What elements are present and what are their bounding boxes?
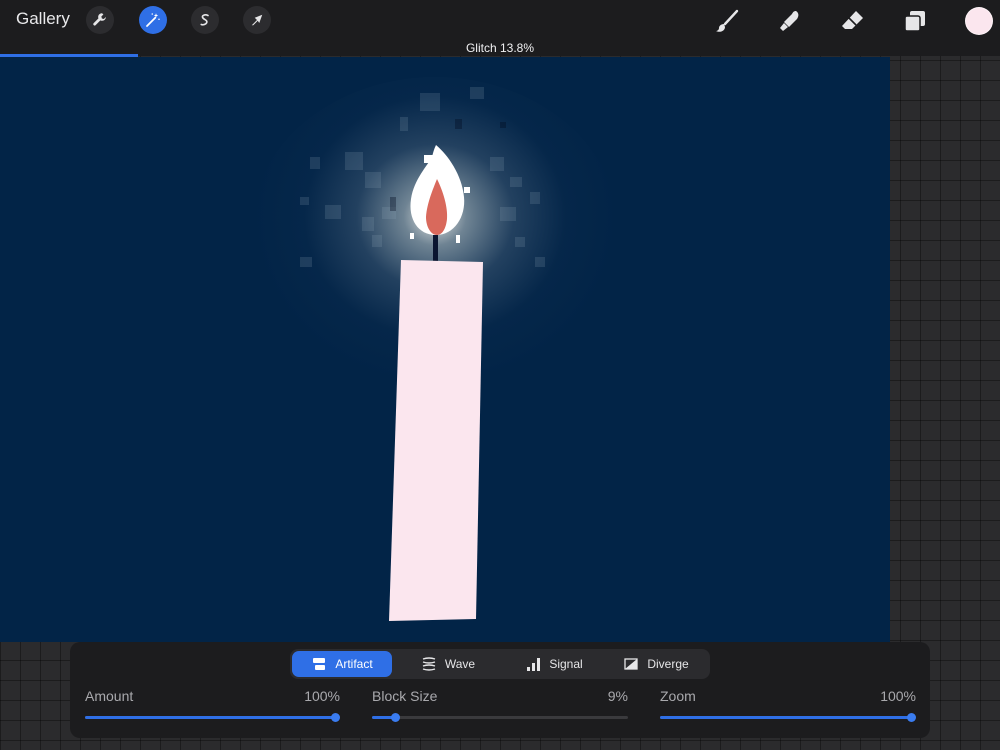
tab-artifact[interactable]: Artifact (292, 651, 392, 677)
signal-bars-icon (527, 658, 541, 671)
smudge-finger-icon (780, 11, 799, 31)
zoom-slider-knob[interactable] (907, 713, 916, 722)
zoom-slider[interactable] (660, 713, 916, 722)
magic-wand-icon (146, 13, 160, 27)
tab-artifact-label: Artifact (335, 657, 373, 671)
tab-wave-label: Wave (444, 657, 476, 671)
zoom-slider-fill (660, 716, 911, 719)
tab-diverge[interactable]: Diverge (606, 651, 706, 677)
flame-glitch-fragment (464, 187, 470, 193)
amount-slider-knob[interactable] (331, 713, 340, 722)
candle-body (389, 260, 483, 621)
glitch-mode-tabs: Artifact Wave Signal Diverge (290, 649, 710, 679)
amount-slider[interactable] (85, 713, 340, 722)
block-size-slider-knob[interactable] (391, 713, 401, 722)
cursor-arrow-icon (251, 14, 263, 26)
block-size-label: Block Size (372, 688, 438, 704)
actions-wrench-button[interactable] (86, 6, 114, 34)
diverge-icon (624, 658, 638, 670)
tab-signal-label: Signal (549, 657, 583, 671)
brush-icon (716, 9, 739, 32)
flame-glitch-fragment (456, 235, 460, 243)
amount-label: Amount (85, 688, 134, 704)
zoom-label: Zoom (660, 688, 696, 704)
candle-wick (433, 235, 438, 261)
glitch-settings-panel: Artifact Wave Signal Diverge Amount 100%… (70, 642, 930, 738)
selection-button[interactable] (191, 6, 219, 34)
eraser-tool-button[interactable] (838, 6, 868, 36)
tab-signal[interactable]: Signal (504, 651, 604, 677)
zoom-value: 100% (880, 688, 916, 704)
eraser-icon (842, 11, 863, 29)
wave-icon (422, 657, 436, 671)
wrench-icon (93, 13, 106, 26)
adjustments-magic-wand-button[interactable] (139, 6, 167, 34)
gallery-button[interactable]: Gallery (16, 9, 70, 29)
layers-button[interactable] (900, 6, 930, 36)
drawing-canvas[interactable] (0, 57, 890, 642)
block-size-slider[interactable] (372, 713, 628, 722)
amount-value: 100% (304, 688, 340, 704)
layers-icon (904, 11, 925, 32)
brush-tool-button[interactable] (712, 6, 742, 36)
top-toolbar: Gallery (0, 0, 1000, 40)
flame-glitch-fragment (410, 233, 414, 239)
block-size-value: 9% (607, 688, 628, 704)
amount-slider-fill (85, 716, 335, 719)
candle-illustration (389, 145, 483, 621)
flame-glitch-fragment (424, 155, 434, 163)
tab-wave[interactable]: Wave (398, 651, 498, 677)
selection-s-icon (200, 14, 209, 26)
color-picker-swatch[interactable] (965, 7, 993, 35)
smudge-tool-button[interactable] (775, 6, 805, 36)
artifact-icon (313, 658, 326, 670)
transform-arrow-button[interactable] (243, 6, 271, 34)
tab-diverge-label: Diverge (647, 657, 689, 671)
